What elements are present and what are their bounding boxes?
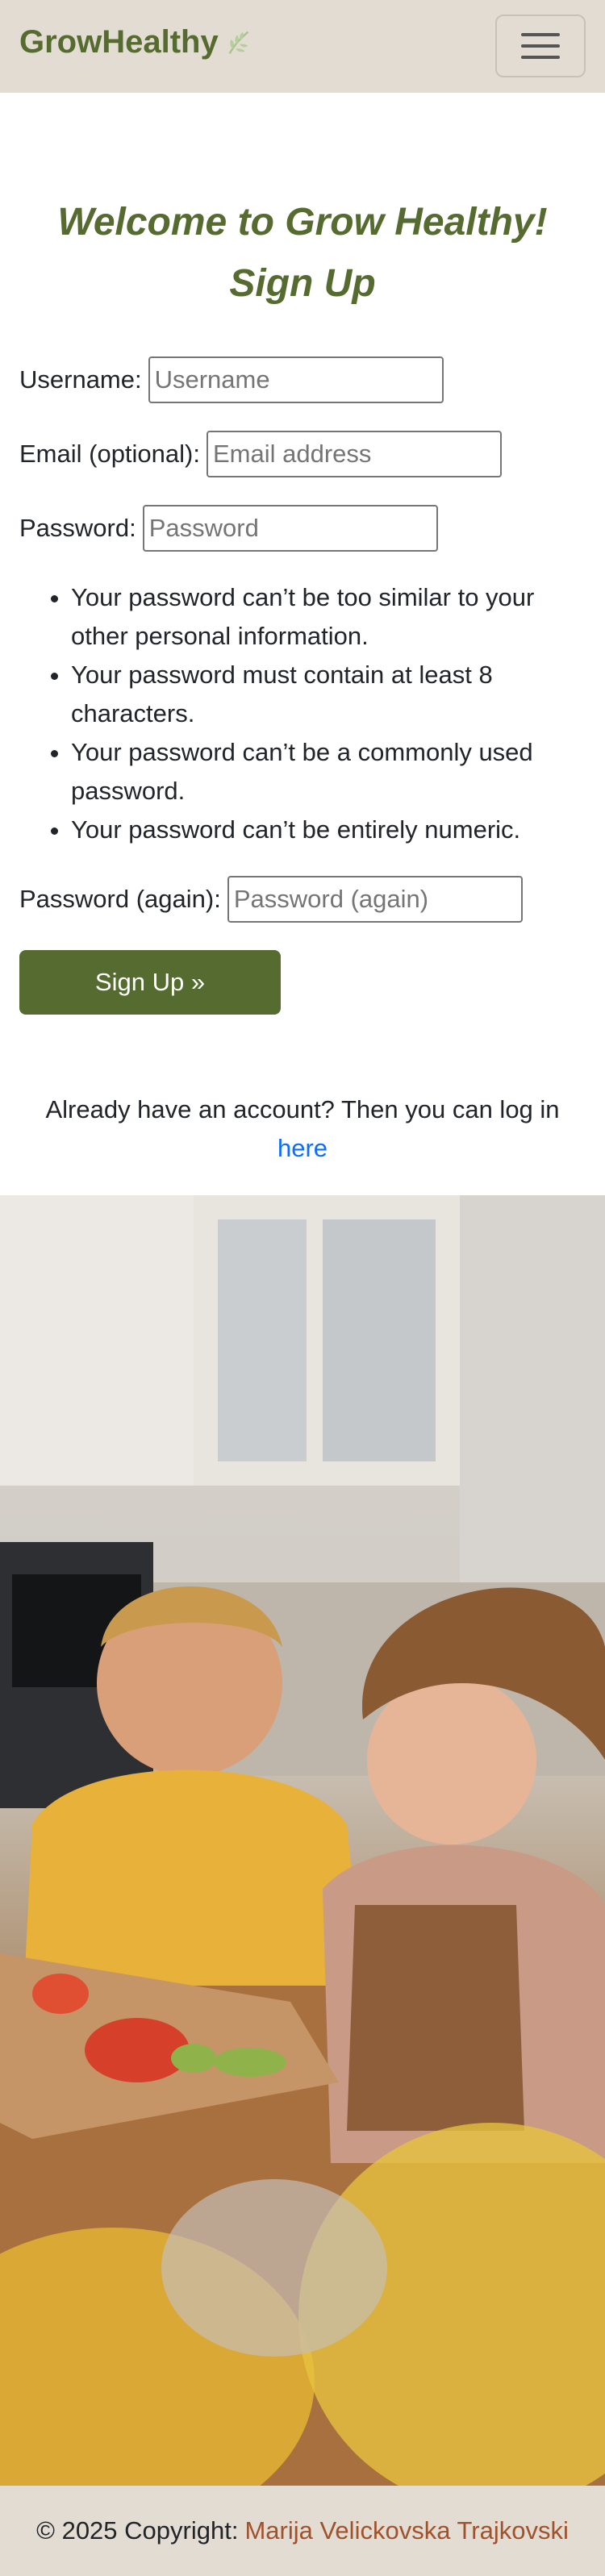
hamburger-icon [521, 33, 560, 36]
hamburger-icon [521, 56, 560, 59]
leaf-icon [228, 31, 248, 54]
password-help-list: Your password can’t be too similar to yo… [39, 578, 571, 849]
email-label: Email (optional): [19, 440, 200, 468]
sign-up-button[interactable]: Sign Up » [19, 950, 281, 1015]
username-input[interactable] [148, 356, 444, 403]
page-title-line1: Welcome to Grow Healthy! [57, 201, 548, 244]
page-title-line2: Sign Up [229, 262, 376, 305]
password-help-item: Your password must contain at least 8 ch… [71, 656, 571, 733]
email-input[interactable] [206, 431, 502, 477]
email-row: Email (optional): [19, 431, 502, 477]
brand-text: GrowHealthy [19, 24, 219, 60]
password2-row: Password (again): [19, 876, 523, 923]
password2-label: Password (again): [19, 885, 221, 913]
password2-input[interactable] [227, 876, 523, 923]
login-link[interactable]: here [277, 1134, 328, 1162]
hero-image [0, 1195, 605, 2486]
footer: © 2025 Copyright: Marija Velickovska Tra… [0, 2486, 605, 2576]
kids-cooking-illustration [0, 1195, 605, 2486]
password-row: Password: [19, 505, 438, 552]
password-input[interactable] [142, 505, 438, 552]
username-label: Username: [19, 365, 142, 394]
copyright-text: © 2025 Copyright: [36, 2516, 239, 2545]
page-title: Welcome to Grow Healthy! Sign Up [0, 192, 605, 315]
password-label: Password: [19, 514, 136, 542]
password-help-item: Your password can’t be too similar to yo… [71, 578, 571, 656]
author-link[interactable]: Marija Velickovska Trajkovski [244, 2516, 568, 2545]
navbar: GrowHealthy [0, 0, 605, 93]
brand-link[interactable]: GrowHealthy [19, 24, 254, 60]
password-help-item: Your password can’t be a commonly used p… [71, 733, 571, 811]
login-prompt-text: Already have an account? Then you can lo… [45, 1095, 560, 1123]
navbar-toggler-button[interactable] [495, 15, 586, 77]
password-help-item: Your password can’t be entirely numeric. [71, 811, 571, 849]
username-row: Username: [19, 356, 444, 403]
login-prompt: Already have an account? Then you can lo… [32, 1090, 573, 1168]
hamburger-icon [521, 44, 560, 48]
